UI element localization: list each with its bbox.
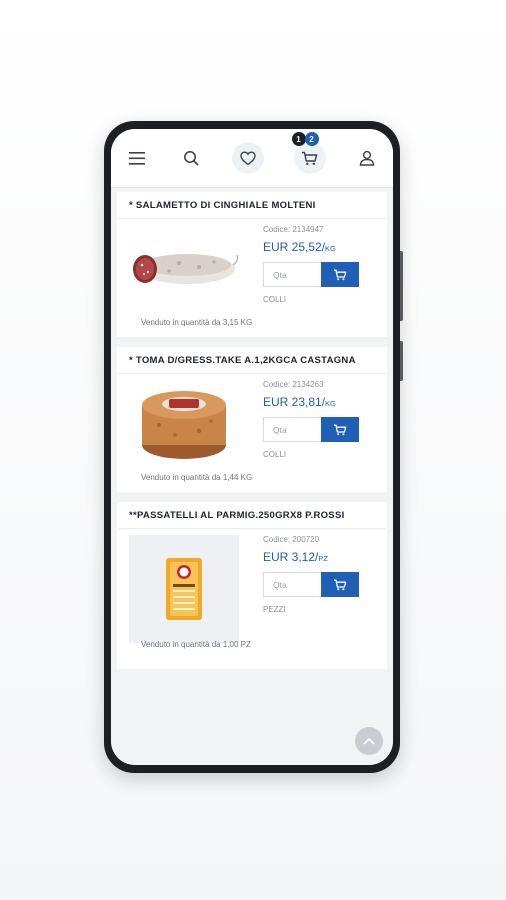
product-title[interactable]: * SALAMETTO DI CINGHIALE MOLTENI xyxy=(117,192,387,219)
product-code: Codice: 2134263 xyxy=(263,380,324,389)
salami-image[interactable] xyxy=(129,227,239,309)
quantity-input[interactable]: Qta xyxy=(263,262,321,287)
product-title[interactable]: * TOMA D/GRESS.TAKE A.1,2KGCA CASTAGNA xyxy=(117,347,387,374)
cart-button[interactable]: 1 2 xyxy=(291,132,326,174)
sales-unit-label: COLLI xyxy=(263,450,287,459)
product-card[interactable]: * TOMA D/GRESS.TAKE A.1,2KGCA CASTAGNA C… xyxy=(117,347,387,492)
cart-badge-items: 2 xyxy=(304,132,319,146)
product-title[interactable]: **PASSATELLI AL PARMIG.250GRX8 P.ROSSI xyxy=(117,502,387,529)
cart-icon xyxy=(334,579,347,590)
chevron-up-icon xyxy=(363,737,375,745)
cheese-wheel-image[interactable] xyxy=(129,382,239,464)
product-code: Codice: 200720 xyxy=(263,535,320,544)
quantity-input[interactable]: Qta xyxy=(263,417,321,442)
cart-icon xyxy=(334,269,347,280)
phone-power-button xyxy=(400,341,403,381)
search-icon[interactable] xyxy=(179,146,203,170)
sales-unit-label: PEZZI xyxy=(263,605,286,614)
app-screen: 1 2 * SALAMETTO DI CINGHIALE MOLTENI Cod… xyxy=(111,129,393,765)
user-icon[interactable] xyxy=(355,146,379,170)
product-code: Codice: 2134947 xyxy=(263,225,324,234)
pasta-package-image[interactable] xyxy=(129,535,239,643)
product-price: EUR 3,12/PZ xyxy=(263,550,328,564)
product-price: EUR 23,81/KG xyxy=(263,395,336,409)
product-list: * SALAMETTO DI CINGHIALE MOLTENI Codice:… xyxy=(111,188,393,765)
sales-unit-label: COLLI xyxy=(263,295,287,304)
quantity-input[interactable]: Qta xyxy=(263,572,321,597)
product-card[interactable]: * SALAMETTO DI CINGHIALE MOLTENI Codice:… xyxy=(117,192,387,337)
add-to-cart-button[interactable] xyxy=(321,572,359,597)
add-to-cart-button[interactable] xyxy=(321,262,359,287)
phone-volume-button xyxy=(400,251,403,321)
cart-icon xyxy=(334,424,347,435)
sold-quantity-note: Venduto in quantità da 1,00 PZ xyxy=(141,640,251,649)
scroll-to-top-button[interactable] xyxy=(355,727,383,755)
wishlist-button[interactable] xyxy=(232,142,264,174)
add-to-cart-button[interactable] xyxy=(321,417,359,442)
sold-quantity-note: Venduto in quantità da 1,44 KG xyxy=(141,473,253,482)
phone-frame: 1 2 * SALAMETTO DI CINGHIALE MOLTENI Cod… xyxy=(104,121,403,773)
heart-icon xyxy=(240,150,256,165)
cart-badge-count: 1 xyxy=(291,132,306,146)
hamburger-menu-icon[interactable] xyxy=(125,146,149,170)
cart-icon xyxy=(302,151,318,165)
product-card[interactable]: **PASSATELLI AL PARMIG.250GRX8 P.ROSSI C… xyxy=(117,502,387,669)
product-price: EUR 25,52/KG xyxy=(263,240,336,254)
sold-quantity-note: Venduto in quantità da 3,15 KG xyxy=(141,318,253,327)
top-navigation-bar: 1 2 xyxy=(111,129,393,188)
